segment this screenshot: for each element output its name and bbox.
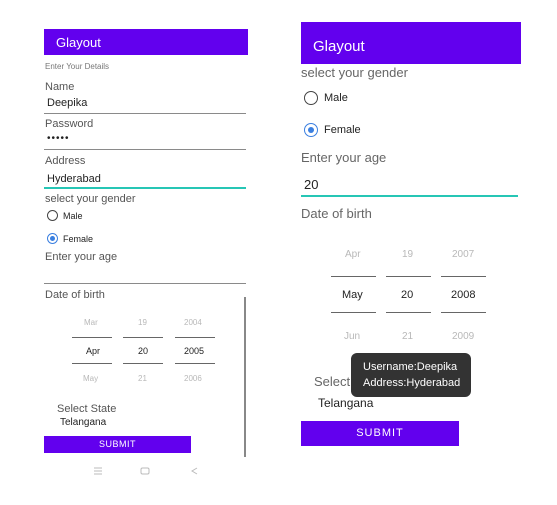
left-picker-sep-top-3: [175, 337, 215, 338]
right-submit-button[interactable]: SUBMIT: [301, 421, 459, 446]
nav-home-icon[interactable]: [140, 462, 150, 480]
right-radio-female-label: Female: [324, 124, 361, 136]
left-picker-next-month: May: [83, 374, 99, 383]
right-state-label: Select: [314, 374, 351, 389]
left-age-input[interactable]: [47, 267, 245, 281]
right-radio-female[interactable]: Female: [304, 123, 361, 137]
nav-menu-icon[interactable]: [93, 462, 103, 480]
right-picker-sep-bot-1: [331, 312, 376, 313]
right-age-input[interactable]: 20: [304, 177, 318, 192]
left-app-title: Glayout: [56, 35, 101, 50]
right-picker-sep-top-2: [386, 276, 431, 277]
right-picker-next-year: 2009: [452, 331, 475, 342]
toast-line-username: Username:Deepika: [363, 361, 458, 373]
right-dob-label: Date of birth: [301, 206, 372, 221]
left-picker-year[interactable]: 2005: [184, 346, 204, 356]
left-age-underline: [44, 283, 246, 284]
password-input[interactable]: •••••: [47, 133, 70, 144]
left-picker-sep-top-1: [72, 337, 112, 338]
radio-unchecked-icon: [47, 210, 58, 221]
right-age-label: Enter your age: [301, 150, 387, 165]
right-picker-prev-month: Apr: [345, 249, 361, 260]
address-input[interactable]: Hyderabad: [47, 173, 101, 185]
radio-checked-icon: [304, 123, 318, 137]
name-underline: [44, 113, 246, 114]
nav-back-icon[interactable]: [190, 462, 199, 480]
right-picker-month[interactable]: May: [342, 289, 363, 301]
toast-line-address: Address:Hyderabad: [363, 377, 461, 389]
right-age-underline-focused: [301, 195, 518, 197]
right-app-title: Glayout: [313, 38, 365, 55]
left-radio-female[interactable]: Female: [47, 233, 93, 244]
password-underline: [44, 149, 246, 150]
left-state-spinner[interactable]: Telangana: [60, 417, 106, 428]
right-picker-sep-bot-2: [386, 312, 431, 313]
left-radio-male-label: Male: [63, 210, 83, 221]
left-state-label: Select State: [57, 403, 117, 415]
left-picker-prev-month: Mar: [84, 318, 98, 327]
right-picker-sep-bot-3: [441, 312, 486, 313]
left-radio-male[interactable]: Male: [47, 210, 83, 221]
radio-checked-icon: [47, 233, 58, 244]
radio-unchecked-icon: [304, 91, 318, 105]
left-picker-sep-top-2: [123, 337, 163, 338]
right-state-spinner[interactable]: Telangana: [318, 396, 373, 410]
right-picker-day[interactable]: 20: [401, 289, 413, 301]
left-picker-sep-bot-1: [72, 363, 112, 364]
right-picker-prev-year: 2007: [452, 249, 475, 260]
left-picker-prev-day: 19: [138, 318, 147, 327]
left-subtitle: Enter Your Details: [45, 62, 110, 71]
left-picker-sep-bot-3: [175, 363, 215, 364]
right-radio-male[interactable]: Male: [304, 91, 348, 105]
address-underline-focused: [44, 187, 246, 189]
name-input[interactable]: Deepika: [47, 97, 87, 109]
left-scrollbar[interactable]: [244, 297, 246, 457]
right-picker-next-month: Jun: [344, 331, 361, 342]
right-picker-sep-top-1: [331, 276, 376, 277]
left-picker-next-year: 2006: [184, 374, 202, 383]
toast-message: Username:Deepika Address:Hyderabad: [351, 353, 471, 397]
right-picker-next-day: 21: [402, 331, 414, 342]
left-age-label: Enter your age: [45, 251, 118, 263]
left-dob-label: Date of birth: [45, 289, 105, 301]
right-gender-label: select your gender: [301, 65, 408, 80]
left-submit-button[interactable]: SUBMIT: [44, 436, 191, 453]
right-radio-male-label: Male: [324, 92, 348, 104]
left-picker-month[interactable]: Apr: [86, 346, 100, 356]
name-label: Name: [45, 81, 75, 93]
left-picker-sep-bot-2: [123, 363, 163, 364]
left-picker-prev-year: 2004: [184, 318, 202, 327]
left-picker-day[interactable]: 20: [138, 346, 148, 356]
password-label: Password: [45, 118, 94, 130]
left-radio-female-label: Female: [63, 233, 94, 244]
address-label: Address: [45, 155, 86, 167]
right-picker-sep-top-3: [441, 276, 486, 277]
left-gender-label: select your gender: [45, 193, 136, 205]
right-picker-year[interactable]: 2008: [451, 289, 475, 301]
left-picker-next-day: 21: [138, 374, 147, 383]
right-picker-prev-day: 19: [402, 249, 414, 260]
